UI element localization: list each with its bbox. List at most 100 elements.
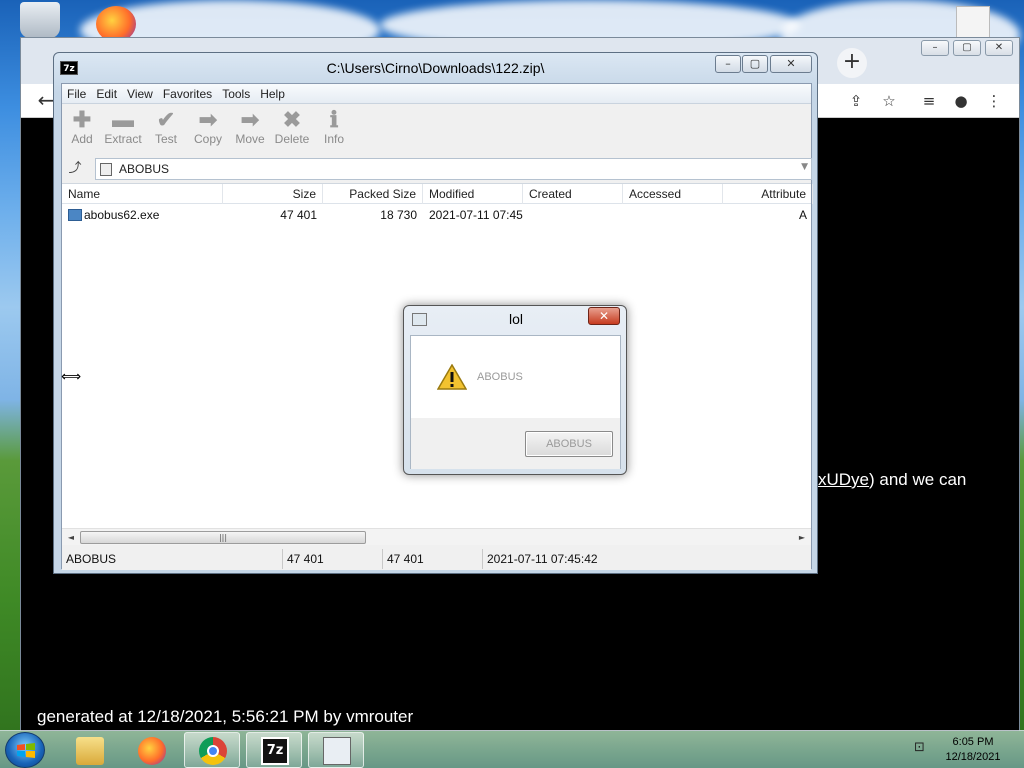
7zip-menubar: File Edit View Favorites Tools Help: [62, 84, 811, 104]
menu-tools[interactable]: Tools: [217, 84, 255, 104]
new-tab-button[interactable]: +: [837, 48, 867, 78]
scroll-left-icon[interactable]: ◄: [64, 530, 78, 545]
horizontal-scrollbar[interactable]: ◄ ||| ►: [62, 528, 811, 545]
page-text-line: xUDye) and we can: [818, 470, 966, 490]
dialog-close-button[interactable]: ✕: [588, 307, 620, 325]
7zip-maximize-button[interactable]: ▢: [742, 55, 768, 73]
generated-footer: generated at 12/18/2021, 5:56:21 PM by v…: [37, 707, 414, 726]
scroll-right-icon[interactable]: ►: [795, 530, 809, 545]
network-icon[interactable]: ⊡: [914, 740, 932, 758]
page-text-suffix: ) and we can: [869, 470, 967, 489]
col-accessed[interactable]: Accessed: [623, 184, 723, 204]
menu-kebab-icon[interactable]: ⋮: [983, 90, 1005, 112]
menu-file[interactable]: File: [62, 84, 91, 104]
message-dialog: lol ✕ ABOBUS ABOBUS: [403, 305, 627, 475]
path-text: ABOBUS: [119, 162, 170, 176]
7zip-close-button[interactable]: ✕: [770, 55, 812, 73]
taskbar-dialog[interactable]: [308, 732, 364, 768]
path-combobox[interactable]: ABOBUS ▼: [95, 158, 812, 180]
table-row[interactable]: abobus62.exe 47 401 18 730 2021-07-11 07…: [62, 205, 811, 225]
7zip-statusbar: ABOBUS 47 401 47 401 2021-07-11 07:45:42: [62, 549, 811, 570]
archive-file-icon: [100, 163, 112, 176]
col-modified[interactable]: Modified: [423, 184, 523, 204]
menu-help[interactable]: Help: [255, 84, 290, 104]
info-button[interactable]: ℹ Info: [314, 107, 354, 147]
col-size[interactable]: Size: [223, 184, 323, 204]
windows-logo-icon: [17, 743, 35, 758]
delete-button[interactable]: ✖ Delete: [272, 107, 312, 147]
extract-button[interactable]: ▬ Extract: [103, 107, 143, 147]
dialog-message: ABOBUS: [477, 371, 523, 383]
taskbar: 7z ⊡ 6:05 PM 12/18/2021: [0, 730, 1024, 768]
clock-time: 6:05 PM: [952, 736, 994, 748]
minus-icon: ▬: [112, 107, 134, 132]
file-list-header: Name Size Packed Size Modified Created A…: [62, 184, 813, 204]
file-packed-size: 18 730: [380, 208, 417, 222]
status-selection: ABOBUS: [62, 549, 283, 569]
folder-icon: [76, 737, 104, 765]
taskbar-7zip[interactable]: 7z: [246, 732, 302, 768]
col-created[interactable]: Created: [523, 184, 623, 204]
profile-avatar-icon[interactable]: ●: [950, 90, 972, 112]
arrow-right-icon: ➡: [198, 107, 218, 132]
system-clock[interactable]: 6:05 PM 12/18/2021: [940, 735, 1006, 765]
browser-maximize-button[interactable]: ▢: [953, 40, 981, 56]
test-label: Test: [154, 132, 177, 146]
chrome-center-dot: [207, 745, 219, 757]
file-attribute: A: [798, 208, 807, 222]
col-name[interactable]: Name: [62, 184, 223, 204]
page-link[interactable]: xUDye: [818, 470, 869, 489]
reading-list-icon[interactable]: ≡: [918, 90, 940, 112]
7zip-title: C:\Users\Cirno\Downloads\122.zip\: [326, 60, 545, 76]
7zip-toolbar: ✚ Add ▬ Extract ✔ Test ➡ Copy ➡ Move ✖ Delete …: [62, 106, 811, 154]
up-folder-icon[interactable]: ⤴: [66, 160, 84, 178]
status-packed: 47 401: [383, 549, 483, 569]
start-button[interactable]: [5, 732, 45, 768]
file-modified: 2021-07-11 07:45: [429, 208, 523, 222]
add-label: Add: [71, 132, 93, 146]
browser-minimize-button[interactable]: –: [921, 40, 949, 56]
menu-favorites[interactable]: Favorites: [158, 84, 217, 104]
share-icon[interactable]: ⇪: [845, 90, 867, 112]
info-icon: ℹ: [329, 107, 339, 132]
file-size: 47 401: [280, 208, 317, 222]
7zip-icon: 7z: [261, 737, 289, 765]
taskbar-firefox[interactable]: [123, 732, 179, 768]
7zip-titlebar[interactable]: 7z C:\Users\Cirno\Downloads\122.zip\ – ▢…: [54, 53, 817, 83]
status-modified: 2021-07-11 07:45:42: [487, 552, 598, 566]
menu-view[interactable]: View: [122, 84, 158, 104]
warning-icon: [437, 364, 467, 390]
add-button[interactable]: ✚ Add: [62, 107, 102, 147]
menu-edit[interactable]: Edit: [91, 84, 122, 104]
7zip-address-bar: ⤴ ABOBUS ▼: [62, 157, 812, 181]
move-label: Move: [235, 132, 265, 146]
copy-button[interactable]: ➡ Copy: [188, 107, 228, 147]
info-label: Info: [323, 132, 344, 146]
resize-cursor-icon: ⟺: [61, 369, 82, 385]
scrollbar-thumb[interactable]: |||: [80, 531, 366, 544]
dialog-ok-button[interactable]: ABOBUS: [525, 431, 613, 457]
bookmark-star-icon[interactable]: ☆: [878, 90, 900, 112]
move-button[interactable]: ➡ Move: [230, 107, 270, 147]
taskbar-explorer[interactable]: [61, 732, 117, 768]
x-icon: ✖: [282, 107, 302, 132]
taskbar-chrome[interactable]: [184, 732, 240, 768]
firefox-icon: [138, 737, 166, 765]
test-button[interactable]: ✔ Test: [146, 107, 186, 147]
recycle-bin-icon[interactable]: [20, 2, 60, 38]
check-icon: ✔: [156, 107, 176, 132]
dialog-body: ABOBUS ABOBUS: [410, 335, 621, 469]
clock-date: 12/18/2021: [945, 751, 1001, 763]
copy-label: Copy: [193, 132, 222, 146]
plus-icon: ✚: [72, 107, 92, 132]
status-size: 47 401: [283, 549, 383, 569]
chevron-down-icon[interactable]: ▼: [801, 162, 808, 172]
7zip-minimize-button[interactable]: –: [715, 55, 741, 73]
arrow-right-icon: ➡: [240, 107, 260, 132]
extract-label: Extract: [104, 132, 142, 146]
file-name: abobus62.exe: [84, 208, 160, 222]
col-attribute[interactable]: Attribute: [723, 184, 813, 204]
window-icon: [323, 737, 351, 765]
browser-close-button[interactable]: ✕: [985, 40, 1013, 56]
col-packed-size[interactable]: Packed Size: [323, 184, 423, 204]
